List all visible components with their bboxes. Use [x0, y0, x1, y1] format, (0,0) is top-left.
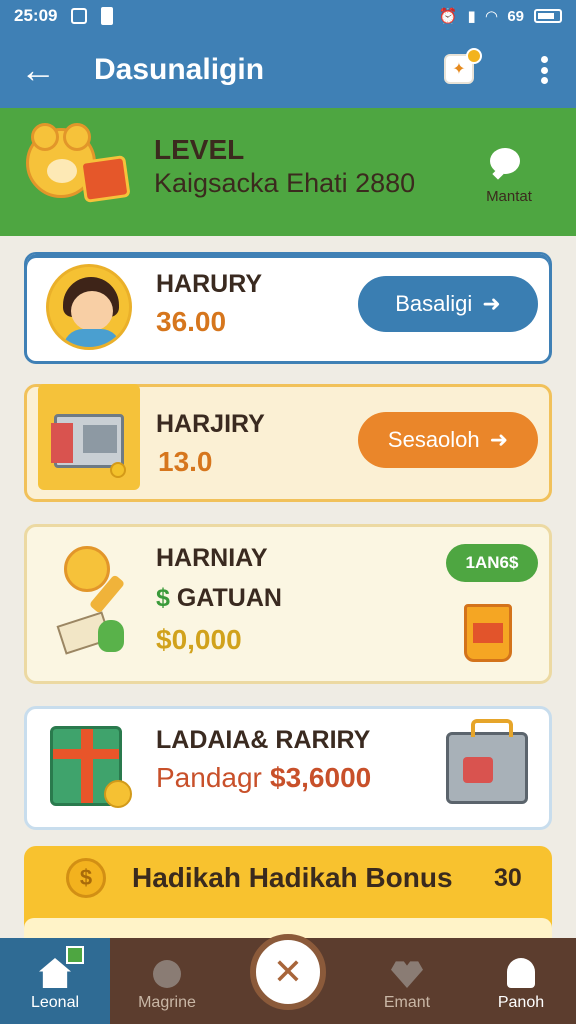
status-bar: 25:09 ⏰ ▮ ◠ 69: [0, 0, 576, 32]
rewards-notification-button[interactable]: ✦: [440, 48, 482, 88]
battery-percent: 69: [507, 7, 524, 25]
person-icon: [153, 960, 181, 988]
coin-icon: [110, 462, 126, 478]
center-action-button[interactable]: ✕: [250, 934, 326, 1010]
more-dot-icon: [540, 56, 548, 63]
money-bag-icon: [98, 620, 124, 652]
level-label: LEVEL: [154, 134, 245, 165]
nav-item-magrine[interactable]: Magrine: [112, 938, 222, 1024]
card-3-subtitle: $ GATUAN: [156, 584, 282, 613]
bear-charm-icon: [64, 546, 110, 592]
notification-dot: [466, 48, 482, 64]
popcorn-icon: [464, 604, 512, 662]
back-button[interactable]: ←: [12, 44, 64, 96]
card-4-subtitle: Pandagr: [156, 762, 262, 793]
ticket-icon: [79, 155, 131, 203]
card-4-title: LADAIA& RARIRY: [156, 726, 371, 754]
card-1-value: 36.00: [156, 306, 227, 337]
avatar: [46, 264, 132, 350]
more-dot-icon: [540, 66, 548, 74]
status-time: 25:09: [14, 6, 58, 25]
notification-icon: [71, 8, 88, 24]
close-cross-icon: ✕: [272, 951, 304, 992]
dollar-sign: $: [156, 584, 170, 612]
bonus-value: 30: [494, 864, 522, 892]
signal-icon: ▮: [467, 8, 476, 25]
card-3-badge[interactable]: 1AN6$: [446, 544, 538, 582]
more-options-button[interactable]: [530, 52, 558, 88]
heart-icon: [391, 961, 423, 988]
card-1-action-button[interactable]: Basaligi ➜: [358, 276, 538, 332]
battery-icon: [534, 9, 562, 23]
card-4-value: $3,6000: [270, 762, 372, 793]
arrow-right-icon: ➜: [482, 291, 501, 316]
coin-icon: [104, 780, 132, 808]
more-dot-icon: [540, 77, 548, 84]
card-2-action-button[interactable]: Sesaoloh ➜: [358, 412, 538, 468]
card-3-subtitle-text: GATUAN: [176, 584, 282, 612]
nav-label-emant: Emant: [383, 994, 431, 1011]
dollar-coin-icon: $: [66, 858, 106, 898]
nav-label-home: Leonal: [30, 994, 80, 1011]
card-1-title: HARURY: [156, 270, 263, 298]
card-2-title: HARJIRY: [156, 410, 265, 438]
user-icon: [507, 958, 535, 988]
chat-bubble-icon: [490, 148, 520, 174]
nav-item-emant[interactable]: Emant: [352, 938, 462, 1024]
nav-item-panoh[interactable]: Panoh: [466, 938, 576, 1024]
card-2-button-label: Sesaoloh: [387, 427, 480, 452]
storage-icon: [101, 7, 114, 25]
new-tag-icon: [66, 946, 84, 964]
back-arrow-icon: ←: [20, 49, 56, 90]
bonus-title: Hadikah Hadikah Bonus: [132, 862, 453, 893]
page-title: Dasunaligin: [94, 53, 265, 86]
toolbox-icon: [446, 719, 528, 804]
chat-button[interactable]: Mantat: [478, 142, 538, 216]
alarm-icon: ⏰: [438, 8, 458, 25]
nav-label-magrine: Magrine: [138, 994, 196, 1011]
nav-label-panoh: Panoh: [497, 994, 545, 1011]
card-2-value: 13.0: [158, 446, 213, 477]
chat-label: Mantat: [486, 188, 532, 205]
arrow-right-icon: ➜: [489, 427, 509, 452]
card-3-title: HARNIAY: [156, 544, 268, 572]
wifi-icon: ◠: [485, 8, 498, 25]
card-1-button-label: Basaligi: [395, 291, 473, 316]
level-progress-text: Kaigsacka Ehati 2880: [154, 168, 416, 198]
machine-icon: [51, 414, 124, 468]
app-bar: ← Dasunaligin ✦: [0, 32, 576, 108]
card-3-value: $0,000: [156, 624, 242, 655]
nav-item-home[interactable]: Leonal: [0, 938, 110, 1024]
